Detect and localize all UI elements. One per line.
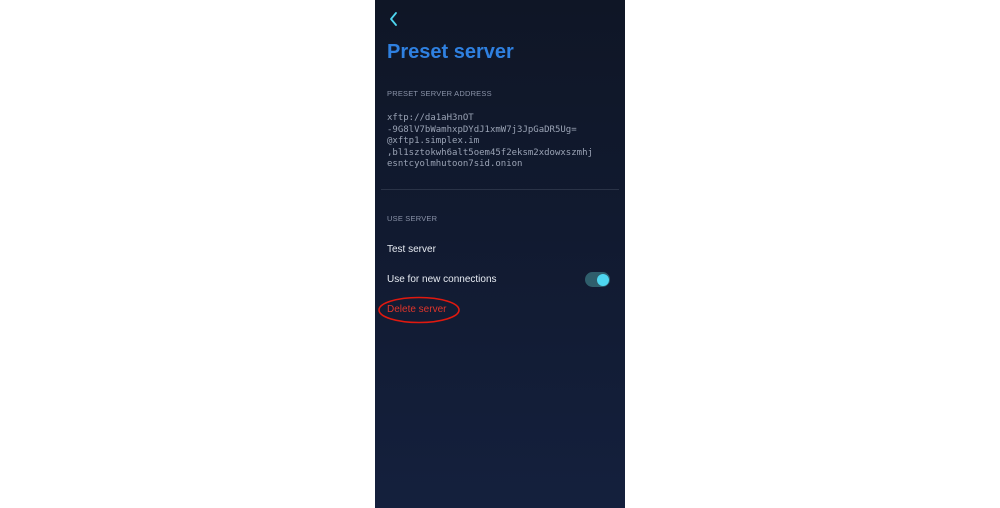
delete-server-row: Delete server [378,296,460,324]
address-line: ,bl1sztokwh6alt5oem45f2eksm2xdowxszmhj [387,147,593,158]
server-address: xftp://da1aH3nOT -9G8lV7bWamhxpDYdJ1xmW7… [387,113,617,171]
use-for-new-connections-toggle[interactable] [585,272,610,287]
test-server-button[interactable]: Test server [387,244,436,255]
back-button[interactable] [385,9,403,29]
address-line: xftp://da1aH3nOT [387,113,474,123]
use-for-new-connections-label: Use for new connections [387,274,497,285]
delete-server-button[interactable]: Delete server [387,304,446,315]
phone-screen: Preset server PRESET SERVER ADDRESS xftp… [375,0,625,508]
chevron-left-icon [390,12,397,26]
toggle-knob [597,273,609,286]
divider [381,189,619,190]
address-line: -9G8lV7bWamhxpDYdJ1xmW7j3JpGaDR5Ug= [387,124,577,135]
use-server-section-header: USE SERVER [387,214,438,223]
address-line: esntcyolmhutoon7sid.onion [387,159,523,169]
address-section-header: PRESET SERVER ADDRESS [387,89,492,98]
address-line: @xftp1.simplex.im [387,136,480,146]
page-title: Preset server [387,41,514,63]
